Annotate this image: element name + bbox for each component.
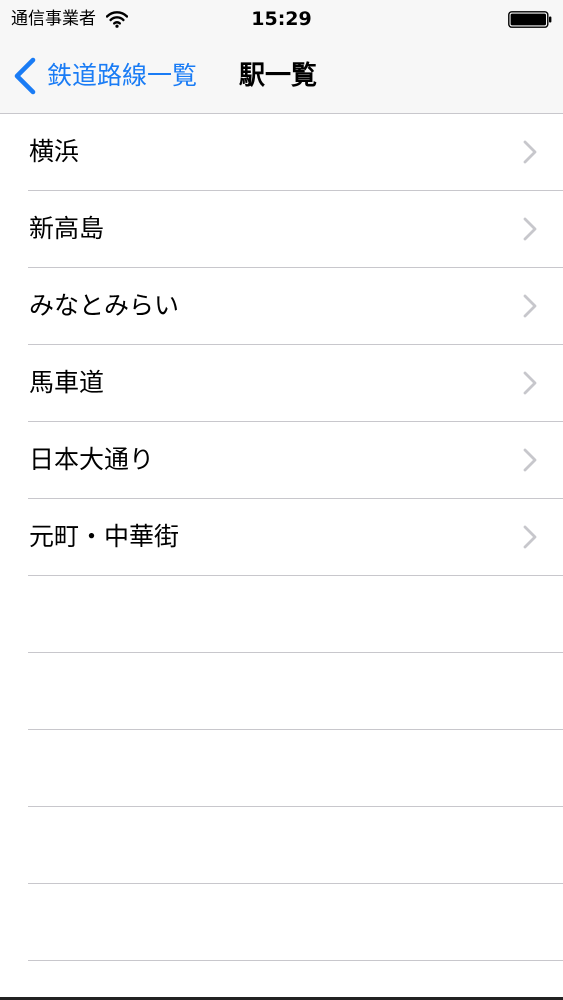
back-button-label: 鉄道路線一覧	[47, 61, 198, 90]
battery-full-icon	[508, 11, 552, 28]
chevron-right-icon	[523, 371, 537, 395]
station-name: 新高島	[29, 214, 105, 243]
chevron-right-icon	[523, 294, 537, 318]
station-name: 元町・中華街	[29, 522, 180, 551]
empty-row-separator	[28, 730, 563, 807]
chevron-right-icon	[523, 525, 537, 549]
station-row[interactable]: 馬車道	[28, 345, 563, 422]
empty-row-separator	[28, 884, 563, 961]
chevron-right-icon	[523, 448, 537, 472]
empty-row-separator	[28, 653, 563, 730]
station-name: 横浜	[29, 137, 80, 166]
station-row[interactable]: みなとみらい	[28, 268, 563, 345]
empty-row-separator	[28, 807, 563, 884]
station-row[interactable]: 横浜	[28, 114, 563, 191]
station-row[interactable]: 新高島	[28, 191, 563, 268]
page-title: 駅一覧	[239, 61, 318, 91]
empty-row-separator	[28, 576, 563, 653]
chevron-right-icon	[523, 140, 537, 164]
status-bar: 通信事業者 15:29	[0, 0, 563, 40]
status-time: 15:29	[251, 8, 312, 30]
station-name: みなとみらい	[29, 291, 180, 320]
chevron-left-icon	[14, 57, 36, 95]
station-name: 馬車道	[29, 368, 105, 397]
station-row[interactable]: 元町・中華街	[28, 499, 563, 576]
navigation-bar: 鉄道路線一覧 駅一覧	[0, 40, 563, 113]
station-row[interactable]: 日本大通り	[28, 422, 563, 499]
chevron-right-icon	[523, 217, 537, 241]
top-bar: 通信事業者 15:29 鉄道路線一覧 駅一覧	[0, 0, 563, 114]
back-button[interactable]: 鉄道路線一覧	[12, 56, 197, 96]
station-list: 横浜 新高島 みなとみらい 馬車道 日本大通り 元町・中華街	[0, 114, 563, 961]
station-name: 日本大通り	[29, 445, 155, 474]
